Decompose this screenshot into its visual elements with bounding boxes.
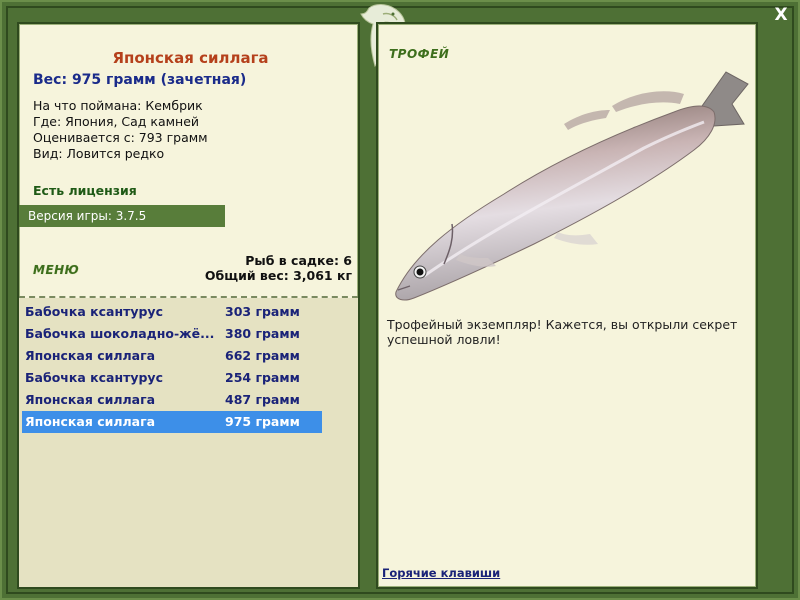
catch-weight: 487 грамм [225,392,300,407]
game-version: Версия игры: 3.7.5 [19,205,225,227]
hotkeys-link[interactable]: Горячие клавиши [382,566,500,580]
fish-details: Японская силлага Вес: 975 грамм (зачетна… [19,24,358,296]
close-button[interactable]: X [770,4,792,26]
catch-weight: 380 грамм [225,326,300,341]
catch-name: Бабочка шоколадно-жё... [25,326,215,341]
fish-weight: Вес: 975 грамм (зачетная) [33,72,247,88]
catch-name: Японская силлага [25,392,156,407]
fish-image [395,71,749,301]
menu-button[interactable]: МЕНЮ [33,263,79,277]
catch-weight: 254 грамм [225,370,300,385]
catch-weight: 662 грамм [225,348,300,363]
catch-name: Бабочка ксантурус [25,304,163,319]
fish-name: Японская силлага [112,49,269,67]
bait-info: На что поймана: Кембрик [33,98,203,113]
location-info: Где: Япония, Сад камней [33,114,200,129]
catch-row[interactable]: Бабочка ксантурус 254 грамм [22,367,322,389]
total-weight: Общий вес: 3,061 кг [204,268,352,283]
fish-count: Рыб в садке: 6 [245,253,352,268]
license-status: Есть лицензия [33,183,137,198]
catch-name: Бабочка ксантурус [25,370,163,385]
catch-weight: 303 грамм [225,304,300,319]
catch-row[interactable]: Японская силлага 487 грамм [22,389,322,411]
kind-info: Вид: Ловится редко [33,146,165,161]
trophy-panel: ТРОФЕЙ Трофейный экземпляр! Кажется, вы … [376,22,758,589]
fish-info-panel: Японская силлага Вес: 975 грамм (зачетна… [17,22,360,589]
catch-row[interactable]: Бабочка шоколадно-жё... 380 грамм [22,323,322,345]
catch-row-selected[interactable]: Японская силлага 975 грамм [22,411,322,433]
catch-list: Бабочка ксантурус 303 грамм Бабочка шоко… [19,298,358,587]
catch-name: Японская силлага [25,348,156,363]
catch-name: Японская силлага [25,414,156,429]
catch-weight: 975 грамм [225,414,300,429]
trophy-message: Трофейный экземпляр! Кажется, вы открыли… [387,317,738,347]
catch-row[interactable]: Бабочка ксантурус 303 грамм [22,301,322,323]
keepnet-stats: Рыб в садке: 6 Общий вес: 3,061 кг [205,253,352,283]
valued-info: Оценивается с: 793 грамм [33,130,208,145]
catch-row[interactable]: Японская силлага 662 грамм [22,345,322,367]
